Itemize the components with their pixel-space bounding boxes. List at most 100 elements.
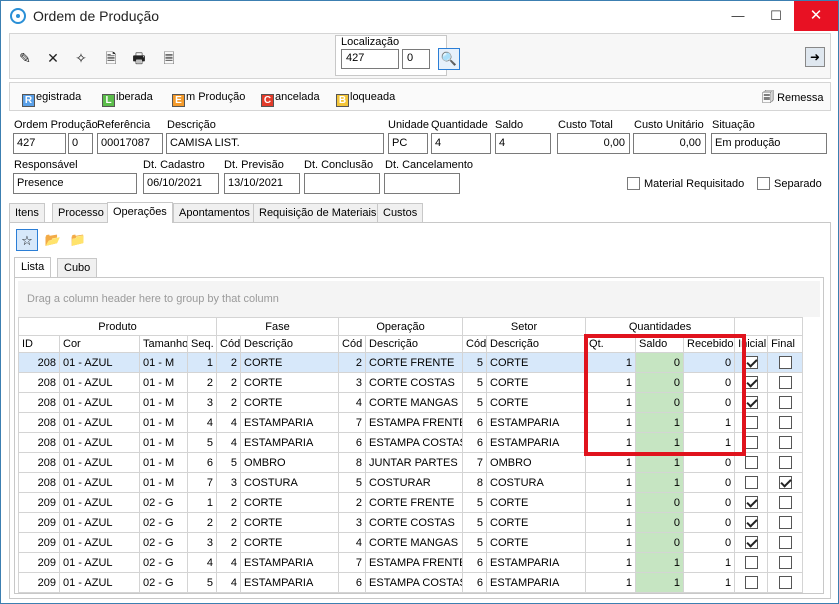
subtab-lista[interactable]: Lista <box>14 257 52 278</box>
descricao-field[interactable]: CAMISA LIST. <box>166 133 384 154</box>
inicial-checkbox[interactable] <box>744 396 758 409</box>
dt-previsao-field[interactable]: 13/10/2021 <box>224 173 300 194</box>
table-row[interactable]: 209 01 - AZUL 02 - G 1 2 CORTE 2 CORTE FRENTE 5 C… <box>18 492 804 513</box>
quantidade-field[interactable]: 4 <box>431 133 491 154</box>
unidade-field[interactable]: PC <box>388 133 428 154</box>
table-row[interactable]: 209 01 - AZUL 02 - G 2 2 CORTE 3 CORTE COSTAS 5 C… <box>18 512 804 533</box>
col-qt-header[interactable]: Qt. <box>585 335 637 353</box>
table-row[interactable]: 208 01 - AZUL 01 - M 6 5 OMBRO 8 JUNTAR PARTES 7… <box>18 452 804 473</box>
localizacao-input-1[interactable]: 427 <box>341 49 399 69</box>
group-by-area[interactable]: Drag a column header here to group by th… <box>18 281 820 317</box>
table-row[interactable]: 208 01 - AZUL 01 - M 1 2 CORTE 2 CORTE FRENTE 5 C… <box>18 352 804 373</box>
delete-icon[interactable]: ✕ <box>44 49 62 67</box>
cell-cor: 01 - AZUL <box>59 352 140 373</box>
edit-icon[interactable]: ✎ <box>16 49 34 67</box>
inicial-checkbox[interactable] <box>744 476 758 489</box>
open-folder-icon[interactable]: 📂 <box>42 229 64 251</box>
material-requisitado-checkbox[interactable] <box>627 177 640 190</box>
dt-conclusao-field[interactable] <box>304 173 380 194</box>
search-icon[interactable]: 🔍 <box>438 48 460 70</box>
responsavel-field[interactable]: Presence <box>13 173 137 194</box>
final-checkbox[interactable] <box>778 416 792 429</box>
inicial-checkbox[interactable] <box>744 416 758 429</box>
inicial-checkbox[interactable] <box>744 556 758 569</box>
col-inicial-header[interactable]: Inicial <box>734 335 769 353</box>
inicial-checkbox[interactable] <box>744 576 758 589</box>
col-saldo-header[interactable]: Saldo <box>635 335 685 353</box>
table-row[interactable]: 208 01 - AZUL 01 - M 4 4 ESTAMPARIA 7 ESTAMPA F… <box>18 412 804 433</box>
table-row[interactable]: 208 01 - AZUL 01 - M 2 2 CORTE 3 CORTE COSTAS 5 C… <box>18 372 804 393</box>
magic-icon[interactable]: ✧ <box>72 49 90 67</box>
tab-operacoes[interactable]: Operações <box>107 202 173 223</box>
minimize-button[interactable]: — <box>723 1 753 31</box>
final-checkbox[interactable] <box>778 396 792 409</box>
final-checkbox[interactable] <box>778 476 792 489</box>
final-checkbox[interactable] <box>778 436 792 449</box>
inicial-checkbox[interactable] <box>744 376 758 389</box>
star-icon[interactable]: ☆ <box>16 229 38 251</box>
col-seq-header[interactable]: Seq. <box>186 335 218 353</box>
preview-icon[interactable]: 🗎 <box>102 49 120 67</box>
inicial-checkbox[interactable] <box>744 356 758 369</box>
tab-apontamentos[interactable]: Apontamentos <box>173 203 256 222</box>
tab-processo[interactable]: Processo <box>52 203 110 222</box>
separado-checkbox[interactable] <box>757 177 770 190</box>
col-recebido-header[interactable]: Recebido <box>683 335 736 353</box>
tab-custos[interactable]: Custos <box>377 203 424 222</box>
final-checkbox[interactable] <box>778 556 792 569</box>
col-cor-header[interactable]: Cor <box>59 335 140 353</box>
bloqueada-button[interactable]: Bloqueada <box>336 90 395 107</box>
em-producao-button[interactable]: Em Produção <box>172 90 245 107</box>
custo-unitario-field[interactable]: 0,00 <box>633 133 706 154</box>
ordem-producao-field[interactable]: 427 <box>13 133 66 154</box>
table-row[interactable]: 209 01 - AZUL 02 - G 3 2 CORTE 4 CORTE MANGAS 5 C… <box>18 532 804 553</box>
inicial-checkbox[interactable] <box>744 436 758 449</box>
maximize-button[interactable]: ☐ <box>761 1 791 31</box>
final-checkbox[interactable] <box>778 456 792 469</box>
col-tamanho-header[interactable]: Tamanho <box>139 335 188 353</box>
inicial-checkbox[interactable] <box>744 456 758 469</box>
inicial-checkbox[interactable] <box>744 536 758 549</box>
dt-cancelamento-field[interactable] <box>384 173 460 194</box>
final-checkbox[interactable] <box>778 576 792 589</box>
close-button[interactable]: ✕ <box>794 1 838 31</box>
col-setor-cod-header[interactable]: Cód <box>462 335 488 353</box>
final-checkbox[interactable] <box>778 496 792 509</box>
final-checkbox[interactable] <box>778 376 792 389</box>
document-icon[interactable]: 🗏 <box>160 49 178 67</box>
final-checkbox[interactable] <box>778 536 792 549</box>
registrada-button[interactable]: Registrada <box>22 90 81 107</box>
col-op-cod-header[interactable]: Cód <box>338 335 367 353</box>
table-row[interactable]: 209 01 - AZUL 02 - G 4 4 ESTAMPARIA 7 ESTAMPA F… <box>18 552 804 573</box>
col-id-header[interactable]: ID <box>18 335 60 353</box>
col-op-desc-header[interactable]: Descrição <box>365 335 464 353</box>
saldo-field[interactable]: 4 <box>495 133 551 154</box>
referencia-field[interactable]: 00017087 <box>97 133 163 154</box>
exit-icon[interactable]: ➜ <box>805 47 825 67</box>
custo-total-field[interactable]: 0,00 <box>557 133 630 154</box>
inicial-checkbox[interactable] <box>744 516 758 529</box>
col-fase-desc-header[interactable]: Descrição <box>240 335 340 353</box>
final-checkbox[interactable] <box>778 356 792 369</box>
col-fase-cod-header[interactable]: Cód <box>216 335 242 353</box>
tab-requisicao-materiais[interactable]: Requisição de Materiais <box>253 203 383 222</box>
table-row[interactable]: 208 01 - AZUL 01 - M 5 4 ESTAMPARIA 6 ESTAMPA C… <box>18 432 804 453</box>
ordem-producao-seq-field[interactable]: 0 <box>68 133 93 154</box>
subtab-cubo[interactable]: Cubo <box>57 258 98 277</box>
folder-icon[interactable]: 📁 <box>67 229 89 251</box>
col-final-header[interactable]: Final <box>767 335 804 353</box>
final-checkbox[interactable] <box>778 516 792 529</box>
inicial-checkbox[interactable] <box>744 496 758 509</box>
cancelada-button[interactable]: Cancelada <box>261 90 320 107</box>
print-icon[interactable]: 🖶 <box>130 49 148 67</box>
table-row[interactable]: 208 01 - AZUL 01 - M 3 2 CORTE 4 CORTE MANGAS 5 C… <box>18 392 804 413</box>
situacao-field[interactable]: Em produção <box>711 133 827 154</box>
dt-cadastro-field[interactable]: 06/10/2021 <box>143 173 219 194</box>
remessa-button[interactable]: 🗐 Remessa <box>762 90 824 105</box>
tab-itens[interactable]: Itens <box>9 203 45 222</box>
table-row[interactable]: 208 01 - AZUL 01 - M 7 3 COSTURA 5 COSTURAR 8 COS… <box>18 472 804 493</box>
col-setor-desc-header[interactable]: Descrição <box>486 335 587 353</box>
liberada-button[interactable]: Liberada <box>102 90 153 107</box>
localizacao-input-2[interactable]: 0 <box>402 49 430 69</box>
table-row[interactable]: 209 01 - AZUL 02 - G 5 4 ESTAMPARIA 6 ESTAMPA C… <box>18 572 804 593</box>
